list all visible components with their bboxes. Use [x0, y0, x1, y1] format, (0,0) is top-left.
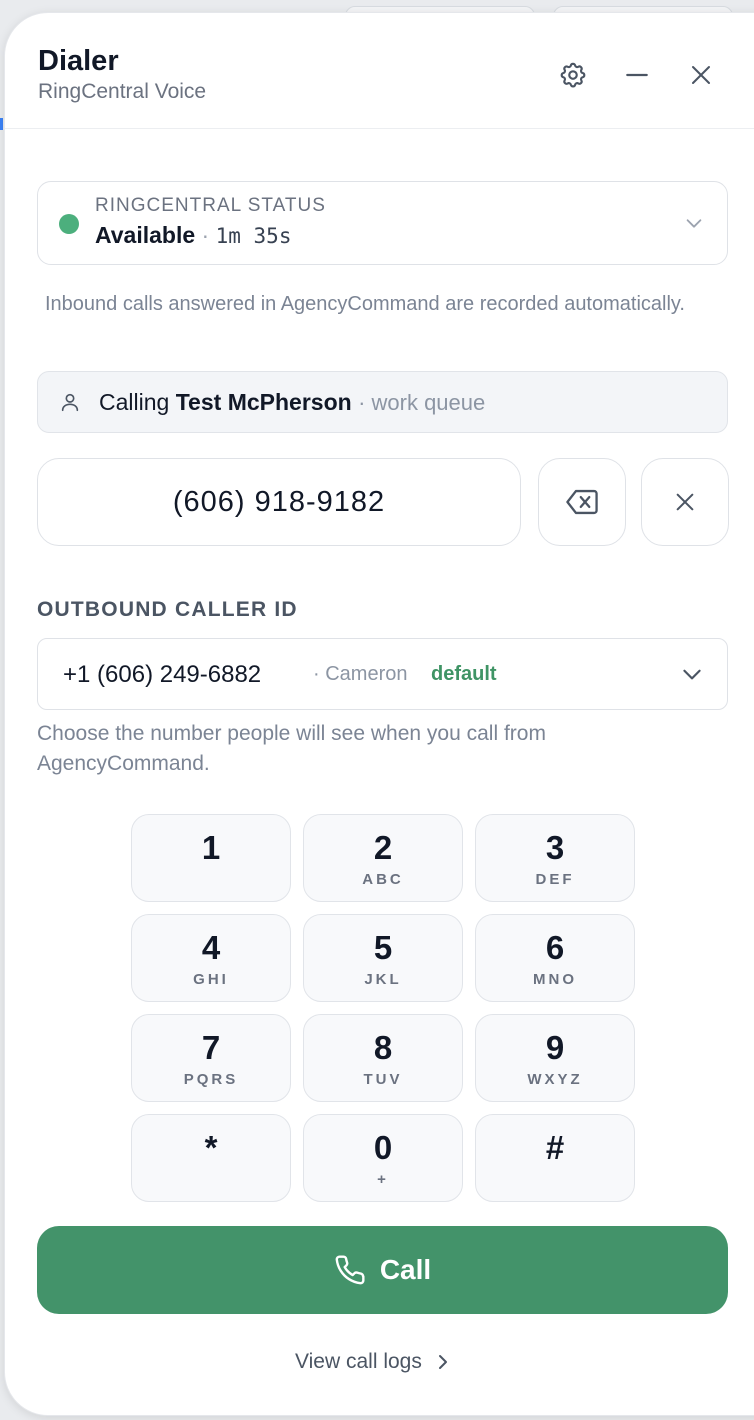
status-label: RINGCENTRAL STATUS	[95, 195, 326, 216]
person-icon	[61, 393, 79, 412]
status-timer: 1m 35s	[215, 224, 292, 248]
minimize-icon	[626, 73, 648, 77]
phone-number-input[interactable]: (606) 918-9182	[37, 458, 521, 546]
status-dropdown[interactable]: RINGCENTRAL STATUS Available · 1m 35s	[37, 181, 728, 265]
close-icon	[692, 66, 710, 84]
calling-text: Calling Test McPherson · work queue	[99, 389, 485, 416]
gear-icon	[560, 62, 586, 88]
key-6[interactable]: 6 MNO	[475, 914, 635, 1002]
backspace-button[interactable]	[538, 458, 626, 546]
chevron-down-icon	[683, 669, 701, 680]
key-4[interactable]: 4 GHI	[131, 914, 291, 1002]
phone-icon	[335, 1255, 365, 1285]
key-letters: MNO	[533, 971, 577, 988]
close-button[interactable]	[683, 57, 719, 93]
key-digit: 8	[373, 1029, 393, 1066]
chevron-right-icon	[438, 1355, 447, 1369]
status-indicator-dot	[59, 214, 79, 234]
calling-prefix: Calling	[99, 389, 170, 415]
key-1[interactable]: 1	[131, 814, 291, 902]
key-letters: DEF	[535, 871, 575, 888]
key-digit: 5	[373, 929, 393, 966]
key-2[interactable]: 2 ABC	[303, 814, 463, 902]
status-separator: ·	[201, 222, 210, 248]
dialer-header: Dialer RingCentral Voice	[5, 13, 754, 129]
clear-icon	[676, 493, 694, 511]
key-letters: WXYZ	[527, 1071, 583, 1088]
key-digit: 2	[373, 829, 393, 866]
key-digit: 0	[373, 1129, 393, 1166]
key-digit: 4	[201, 929, 221, 966]
caller-id-helper-text: Choose the number people will see when y…	[37, 722, 546, 775]
calling-banner: Calling Test McPherson · work queue	[37, 371, 728, 433]
background-accent	[0, 118, 3, 130]
key-letters: TUV	[363, 1071, 403, 1088]
key-letters: JKL	[364, 971, 402, 988]
key-digit: #	[545, 1129, 565, 1166]
status-value: Available	[95, 222, 196, 248]
status-line: Available · 1m 35s	[95, 222, 291, 249]
view-call-logs-label: View call logs	[295, 1350, 422, 1373]
key-3[interactable]: 3 DEF	[475, 814, 635, 902]
dialer-title: Dialer	[38, 45, 119, 77]
clear-number-button[interactable]	[641, 458, 729, 546]
call-button[interactable]: Call	[37, 1226, 728, 1314]
key-digit: 6	[545, 929, 565, 966]
dialpad: 1 2 ABC 3 DEF 4 GHI 5 JKL 6 MNO 7 PQRS 8	[131, 814, 635, 1202]
key-digit: 7	[201, 1029, 221, 1066]
key-letters: +	[377, 1171, 389, 1188]
caller-id-select[interactable]: +1 (606) 249-6882 · Cameron default	[37, 638, 728, 710]
key-star[interactable]: *	[131, 1114, 291, 1202]
key-hash[interactable]: #	[475, 1114, 635, 1202]
key-digit: 1	[201, 829, 221, 866]
key-digit: *	[204, 1129, 218, 1166]
calling-queue: · work queue	[358, 390, 486, 415]
view-call-logs-link[interactable]: View call logs	[295, 1347, 450, 1377]
key-5[interactable]: 5 JKL	[303, 914, 463, 1002]
key-letters: PQRS	[183, 1071, 239, 1088]
key-7[interactable]: 7 PQRS	[131, 1014, 291, 1102]
minimize-button[interactable]	[619, 57, 655, 93]
settings-button[interactable]	[555, 57, 591, 93]
key-0[interactable]: 0 +	[303, 1114, 463, 1202]
key-digit: 9	[545, 1029, 565, 1066]
key-digit: 3	[545, 829, 565, 866]
outbound-caller-id-label: OUTBOUND CALLER ID	[37, 598, 298, 621]
key-9[interactable]: 9 WXYZ	[475, 1014, 635, 1102]
dialer-subtitle: RingCentral Voice	[38, 80, 207, 103]
chevron-down-icon	[686, 219, 702, 228]
backspace-icon	[566, 489, 598, 515]
caller-id-number: +1 (606) 249-6882	[63, 661, 262, 688]
caller-id-name: · Cameron	[313, 663, 408, 685]
call-button-label: Call	[379, 1254, 432, 1285]
key-letters: GHI	[193, 971, 229, 988]
recording-note: Inbound calls answered in AgencyCommand …	[45, 293, 685, 315]
dialer-panel: Dialer RingCentral Voice RINGCENTRAL STA…	[4, 12, 754, 1416]
key-8[interactable]: 8 TUV	[303, 1014, 463, 1102]
calling-contact-name[interactable]: Test McPherson	[176, 389, 352, 415]
key-letters: ABC	[362, 871, 404, 888]
caller-id-default-badge: default	[431, 663, 497, 685]
